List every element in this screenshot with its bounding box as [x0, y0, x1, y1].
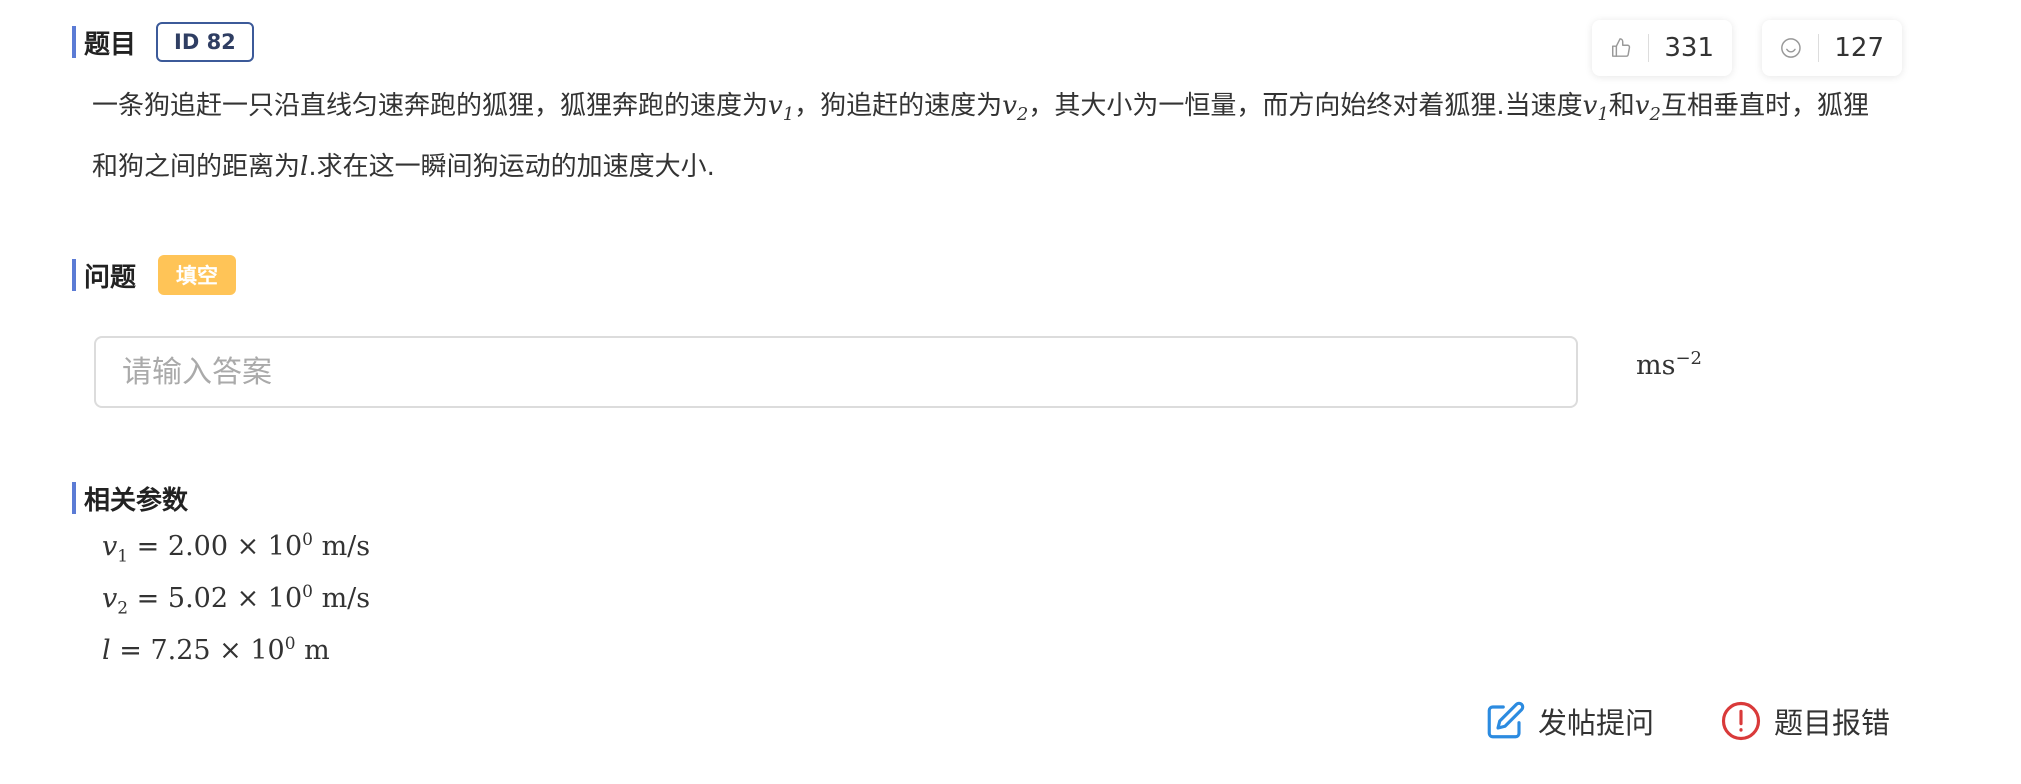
problem-section-title: 题目 [84, 29, 137, 60]
problem-text-segment: 互相垂直时，狐狸 [1660, 91, 1869, 121]
smile-button[interactable]: 127 [1762, 20, 1902, 76]
thumbs-up-icon [1611, 38, 1631, 57]
like-separator [1647, 34, 1649, 62]
post-question-label: 发帖提问 [1538, 706, 1655, 740]
question-type-badge: 填空 [158, 255, 237, 295]
param-value: 7.25 × 10 [150, 635, 285, 666]
param-unit: m/s [312, 531, 371, 562]
question-heading: 问题 填空 [72, 255, 237, 295]
param-exponent: 0 [302, 530, 313, 550]
problem-text-segment: .求在这一瞬间狗运动的加速度大小. [308, 152, 715, 183]
like-count: 331 [1664, 33, 1714, 63]
post-question-button[interactable]: 发帖提问 [1484, 700, 1654, 742]
heading-accent-bar [72, 482, 76, 514]
problem-text-segment: ，狗追赶的速度为 [794, 91, 1003, 121]
param-unit: m/s [312, 583, 371, 614]
param-equals: = [128, 531, 168, 562]
answer-unit: ms−2 [1636, 348, 1703, 381]
param-subscript: 1 [117, 546, 129, 567]
param-row-l: l = 7.25 × 100 m [102, 634, 330, 666]
symbol-v: v2 [1634, 91, 1661, 126]
param-value: 2.00 × 10 [167, 531, 303, 562]
smile-icon [1781, 38, 1801, 58]
param-equals: = [128, 583, 168, 614]
param-row-v1: v1 = 2.00 × 100 m/s [102, 530, 370, 566]
param-symbol: v [102, 531, 118, 562]
edit-icon [1487, 701, 1525, 739]
param-exponent: 0 [302, 582, 313, 602]
report-error-label: 题目报错 [1774, 706, 1891, 740]
problem-text-segment: 和狗之间的距离为 [92, 152, 301, 183]
problem-id-badge: ID 82 [156, 22, 254, 62]
problem-text-segment: 一条狗追赶一只沿直线匀速奔跑的狐狸，狐狸奔跑的速度为 [92, 91, 769, 121]
param-exponent: 0 [284, 634, 296, 654]
param-symbol: v [102, 583, 118, 614]
like-button[interactable]: 331 [1592, 20, 1732, 76]
symbol-v: v2 [1002, 91, 1029, 126]
problem-line-2: 和狗之间的距离为l.求在这一瞬间狗运动的加速度大小. [92, 141, 1922, 193]
smile-separator [1817, 34, 1819, 62]
problem-heading: 题目 ID 82 [72, 22, 254, 62]
problem-text-segment: 和 [1608, 91, 1635, 121]
question-section-title: 问题 [84, 262, 137, 293]
problem-statement: 一条狗追赶一只沿直线匀速奔跑的狐狸，狐狸奔跑的速度为v1，狗追赶的速度为v2，其… [92, 80, 1922, 193]
param-symbol: l [102, 635, 111, 666]
answer-input[interactable] [94, 336, 1578, 408]
param-equals: = [110, 635, 151, 666]
heading-accent-bar [72, 26, 76, 58]
alert-circle-icon [1721, 701, 1761, 741]
problem-text-segment: ，其大小为一恒量，而方向始终对着狐狸.当速度 [1028, 91, 1583, 121]
param-row-v2: v2 = 5.02 × 100 m/s [102, 582, 370, 618]
param-subscript: 2 [117, 598, 129, 619]
symbol-v: v1 [1582, 91, 1609, 126]
smile-count: 127 [1834, 33, 1884, 63]
param-value: 5.02 × 10 [167, 583, 303, 614]
report-error-button[interactable]: 题目报错 [1720, 700, 1890, 742]
symbol-v: v1 [768, 91, 795, 126]
problem-line-1: 一条狗追赶一只沿直线匀速奔跑的狐狸，狐狸奔跑的速度为v1，狗追赶的速度为v2，其… [92, 80, 1922, 141]
param-unit: m [295, 635, 330, 666]
params-heading: 相关参数 [72, 478, 188, 518]
heading-accent-bar [72, 259, 76, 291]
params-section-title: 相关参数 [84, 485, 189, 516]
